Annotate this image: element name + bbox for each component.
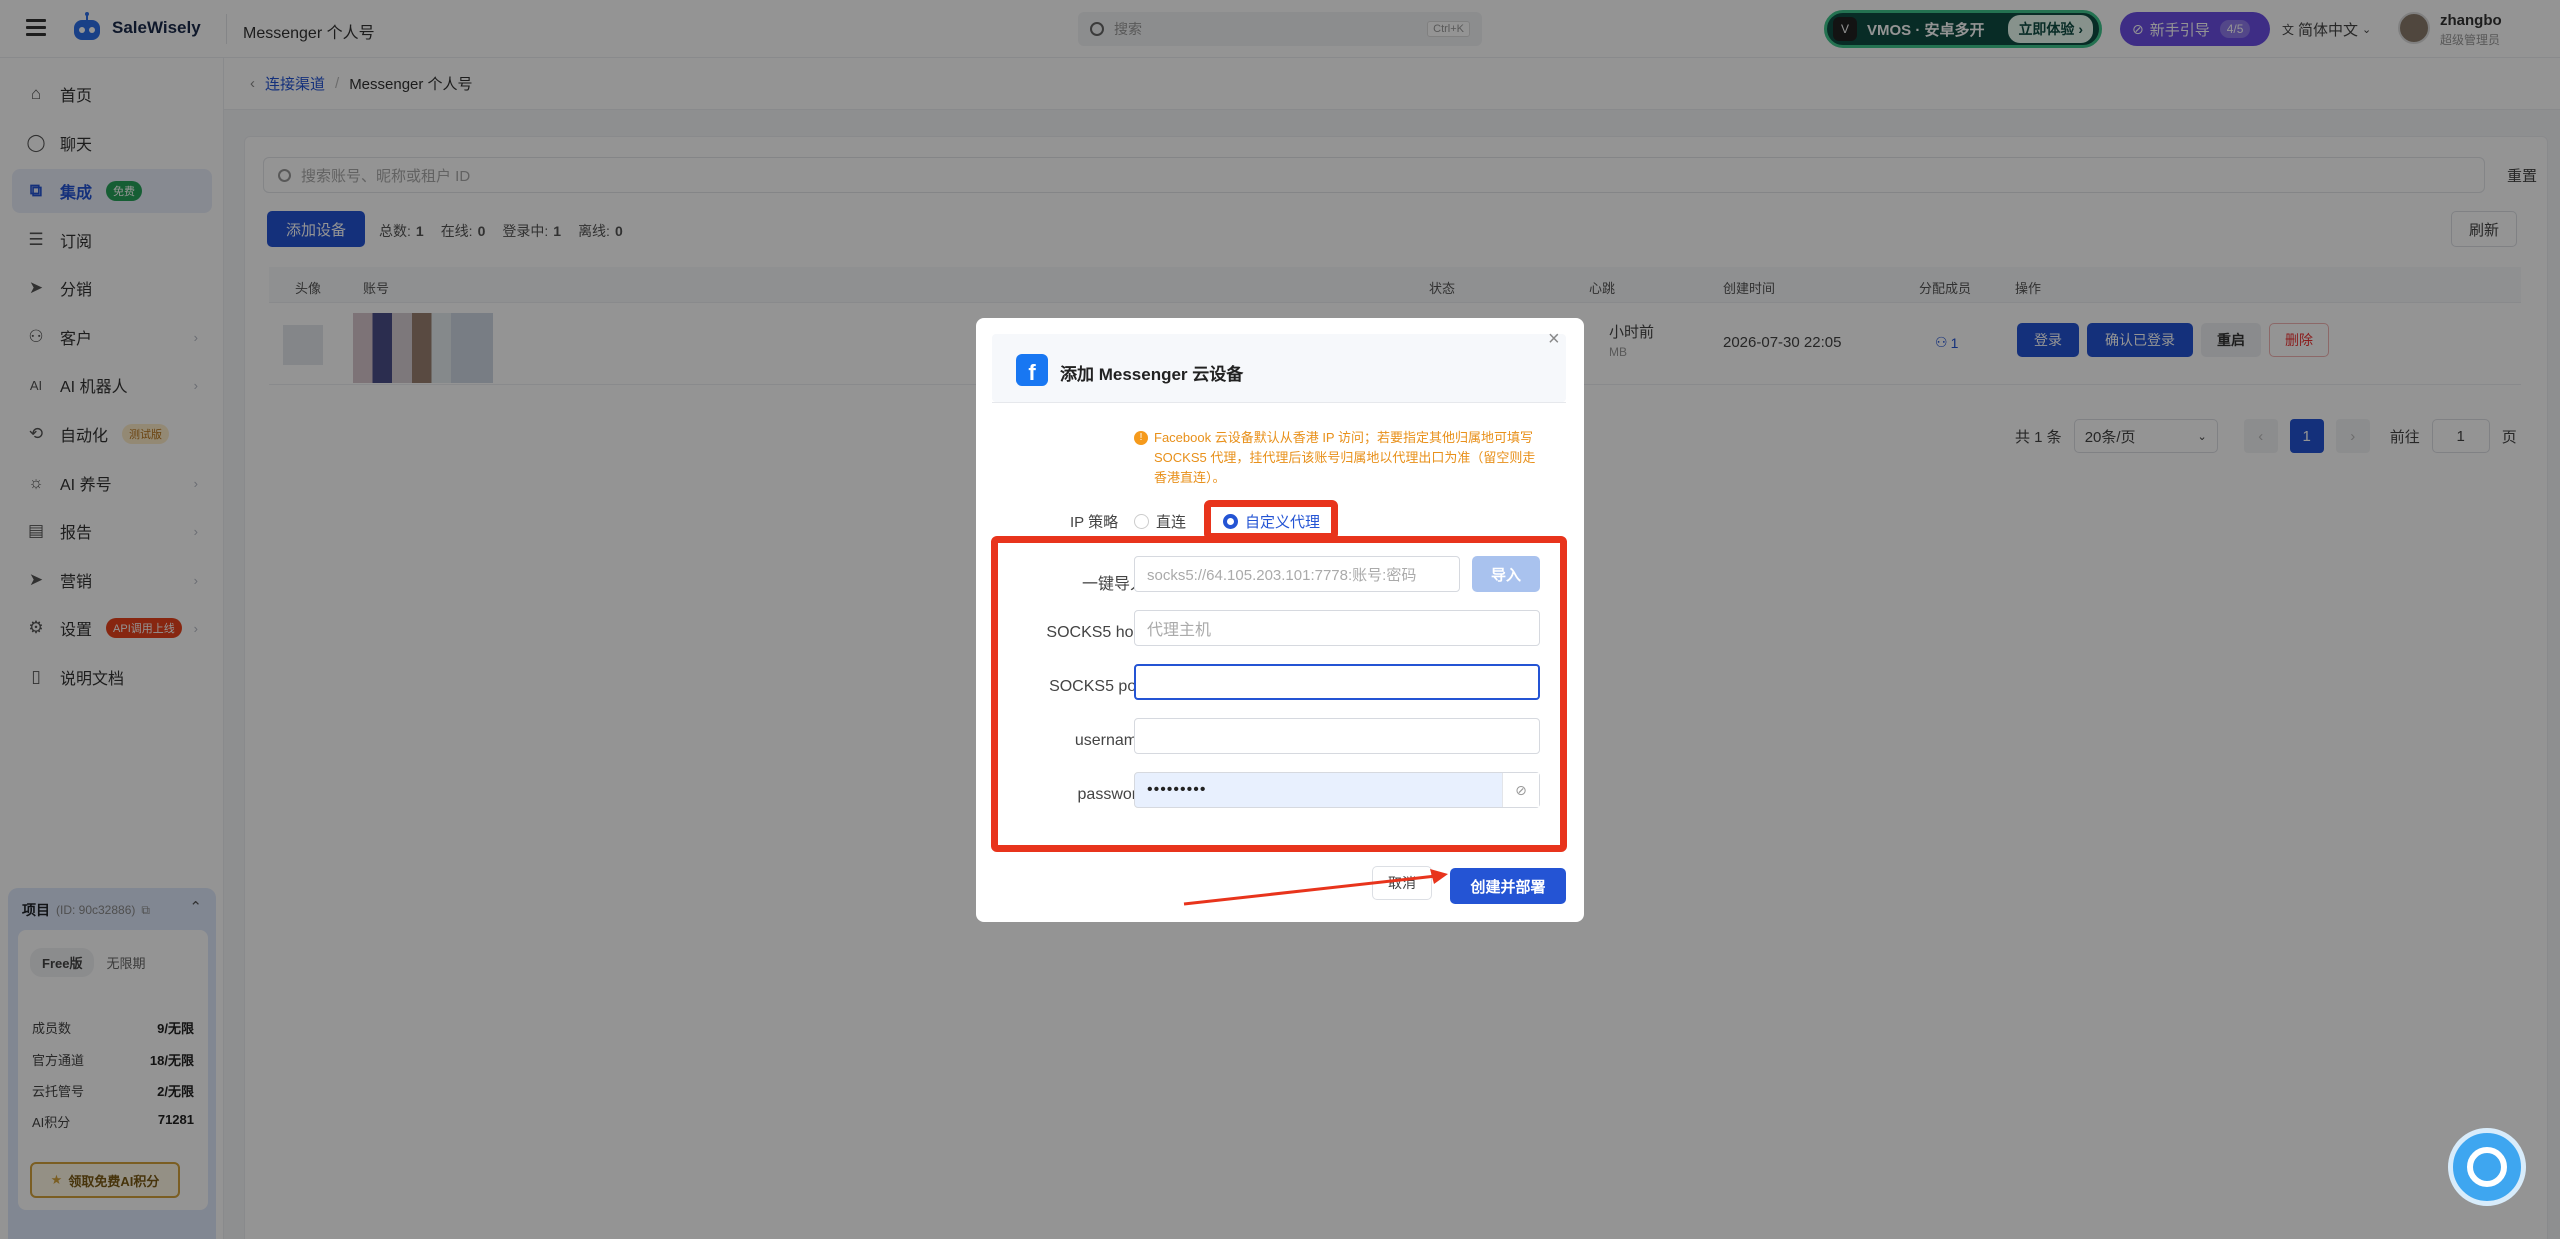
- password-value: •••••••••: [1147, 781, 1207, 798]
- radio-direct[interactable]: 直连: [1134, 511, 1186, 532]
- password-row: password: [996, 778, 1146, 814]
- password-input[interactable]: •••••••••: [1134, 772, 1540, 808]
- radio-custom-proxy-label: 自定义代理: [1245, 514, 1321, 531]
- host-placeholder: 代理主机: [1147, 622, 1212, 639]
- radio-custom-proxy[interactable]: 自定义代理: [1223, 511, 1320, 532]
- annotation-arrow: [1183, 869, 1448, 906]
- import-button[interactable]: 导入: [1472, 556, 1540, 592]
- radio-direct-label: 直连: [1156, 514, 1187, 531]
- ip-strategy-label: IP 策略: [1070, 514, 1119, 531]
- port-label: SOCKS5 port: [1049, 678, 1146, 695]
- facebook-icon: f: [1016, 354, 1048, 386]
- port-row: SOCKS5 port: [996, 670, 1146, 706]
- create-deploy-button[interactable]: 创建并部署: [1450, 868, 1566, 904]
- modal-title: 添加 Messenger 云设备: [1060, 365, 1244, 384]
- close-icon[interactable]: ×: [1548, 328, 1560, 351]
- username-input[interactable]: [1134, 718, 1540, 754]
- import-row: 一键导入: [996, 562, 1146, 598]
- modal-header: f 添加 Messenger 云设备: [992, 334, 1566, 402]
- modal-divider: [992, 402, 1566, 403]
- import-placeholder: socks5://64.105.203.101:7778:账号:密码: [1147, 566, 1417, 584]
- warning-icon: !: [1134, 431, 1148, 445]
- proxy-notice: Facebook 云设备默认从香港 IP 访问；若要指定其他归属地可填写 SOC…: [1154, 430, 1536, 485]
- eye-off-icon[interactable]: ⊘: [1502, 773, 1539, 807]
- host-input[interactable]: 代理主机: [1134, 610, 1540, 646]
- radio-checked-icon: [1223, 514, 1238, 529]
- radio-unchecked-icon: [1134, 514, 1149, 529]
- port-input[interactable]: [1134, 664, 1540, 700]
- support-headset-icon[interactable]: [2448, 1128, 2526, 1206]
- import-input[interactable]: socks5://64.105.203.101:7778:账号:密码: [1134, 556, 1460, 592]
- host-label: SOCKS5 host: [1046, 624, 1146, 641]
- host-row: SOCKS5 host: [996, 616, 1146, 652]
- username-row: username: [996, 724, 1146, 760]
- add-device-modal: f 添加 Messenger 云设备 × ! Facebook 云设备默认从香港…: [976, 318, 1584, 922]
